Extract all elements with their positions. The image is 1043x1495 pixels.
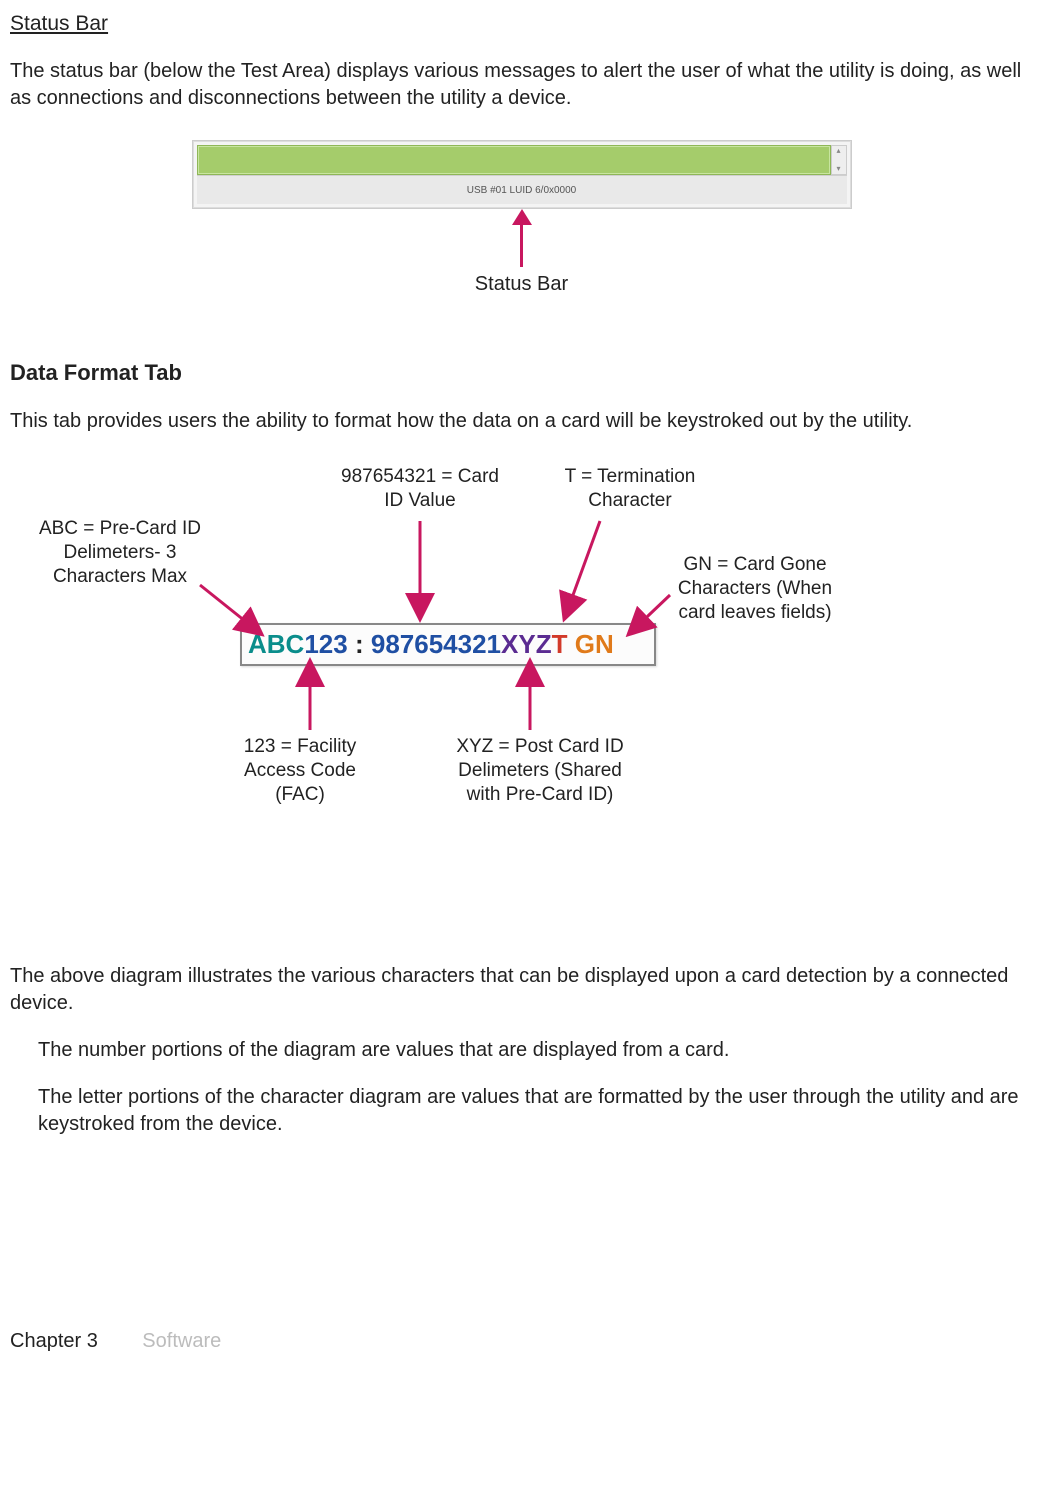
ann-card: 987654321 = Card ID Value [340,465,500,513]
page-footer: Chapter 3 Software [10,1328,1033,1355]
status-bar-caption: Status Bar [475,271,568,298]
code-card: 987654321 [371,629,501,659]
ann-t: T = Termination Character [550,465,710,513]
status-bar-strip: USB #01 LUID 6/0x0000 [197,175,847,204]
data-format-diagram: ABC = Pre-Card ID Delimeters- 3 Characte… [10,455,1033,915]
code-t: T [552,629,568,659]
status-bar-heading: Status Bar [10,10,1033,38]
code-sample-box: ABC123 : 987654321XYZT GN [240,623,656,666]
data-format-description: This tab provides users the ability to f… [10,408,1033,435]
status-bar-figure: ▴▾ USB #01 LUID 6/0x0000 Status Bar [192,140,852,298]
code-xyz: XYZ [501,629,552,659]
ann-abc: ABC = Pre-Card ID Delimeters- 3 Characte… [30,517,210,588]
status-bar-description: The status bar (below the Test Area) dis… [10,58,1033,112]
ann-gn: GN = Card Gone Characters (When card lea… [665,553,845,624]
data-format-heading: Data Format Tab [10,358,1033,388]
ann-fac: 123 = Facility Access Code (FAC) [220,735,380,806]
footer-chapter: Chapter 3 [10,1330,98,1352]
diagram-explain-2: The number portions of the diagram are v… [38,1037,1033,1064]
diagram-explain-3: The letter portions of the character dia… [38,1084,1033,1138]
ann-xyz: XYZ = Post Card ID Delimeters (Shared wi… [450,735,630,806]
footer-section: Software [142,1330,221,1352]
code-abc: ABC [248,629,304,659]
code-gn: GN [575,629,614,659]
code-fac: 123 [304,629,347,659]
diagram-explain-1: The above diagram illustrates the variou… [10,963,1033,1017]
code-sep: : [355,629,364,659]
